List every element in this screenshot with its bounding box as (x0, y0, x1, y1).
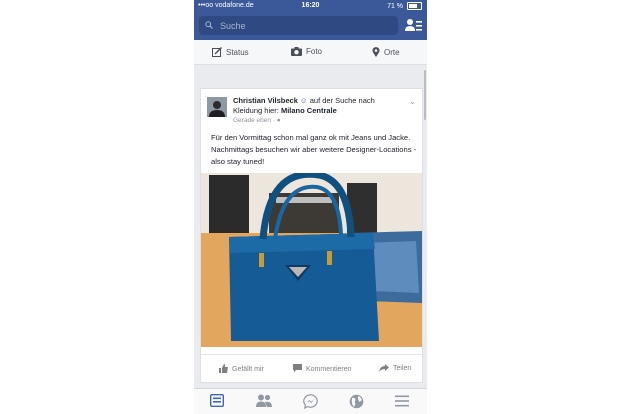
tab-more[interactable] (395, 394, 411, 410)
post-text: Für den Vormittag schon mal ganz ok mit … (211, 133, 417, 166)
friend-list-button[interactable] (405, 18, 422, 33)
status-label: Status (226, 48, 249, 57)
location-pin-icon (372, 47, 380, 57)
post-actions: Gefällt mir Kommentieren Teilen (201, 354, 422, 381)
share-icon (379, 364, 389, 372)
globe-icon (349, 394, 364, 409)
places-label: Orte (384, 48, 400, 57)
profile-photo (207, 97, 227, 117)
tab-messenger[interactable] (303, 394, 319, 410)
tab-friend-requests[interactable] (256, 394, 272, 410)
tab-news-feed[interactable] (209, 393, 226, 410)
post-meta: Gerade eben · ● (233, 117, 281, 124)
thumbs-up-icon (219, 364, 228, 373)
like-label: Gefällt mir (232, 366, 264, 373)
scrollbar[interactable] (424, 70, 426, 120)
battery-fill (409, 4, 417, 8)
share-label: Teilen (393, 365, 412, 372)
activity-icon: ☺ (299, 96, 308, 105)
comment-button[interactable]: Kommentieren (293, 364, 352, 373)
battery-icon (407, 2, 422, 10)
news-feed-icon (209, 393, 225, 408)
tab-bar (194, 388, 427, 414)
comment-icon (293, 364, 302, 373)
edit-icon (212, 47, 222, 57)
menu-icon (395, 395, 409, 407)
status-button[interactable]: Status (212, 47, 249, 57)
share-button[interactable]: Teilen (379, 364, 411, 372)
camera-icon (291, 47, 302, 56)
photo-button[interactable]: Foto (291, 47, 322, 56)
status-bar: •••oo vodafone.de 16:20 71 % (194, 0, 427, 12)
handbag-photo (201, 173, 422, 347)
post-header: Christian Vilsbeck ☺ auf der Suche nach … (233, 96, 403, 116)
search-placeholder: Suche (220, 21, 246, 31)
search-bar[interactable]: Suche (199, 16, 398, 35)
friend-list-icon (405, 19, 422, 31)
comment-label: Kommentieren (306, 366, 352, 373)
avatar[interactable] (207, 97, 227, 117)
photo-label: Foto (306, 47, 323, 56)
battery-percent: 71 % (387, 2, 404, 10)
status-right: 71 % (387, 2, 422, 10)
place-link[interactable]: Milano Centrale (281, 106, 337, 115)
phone-screen: •••oo vodafone.de 16:20 71 % Suche Statu… (194, 0, 427, 414)
top-bar: •••oo vodafone.de 16:20 71 % Suche (194, 0, 427, 40)
audience-icon: · ● (272, 117, 281, 124)
friends-icon (256, 394, 272, 407)
messenger-icon (303, 394, 318, 410)
composer-bar: Status Foto Orte (194, 40, 427, 65)
tab-notifications[interactable] (349, 394, 365, 410)
like-button[interactable]: Gefällt mir (219, 364, 264, 373)
places-button[interactable]: Orte (372, 47, 400, 57)
chevron-down-icon: ⌄ (409, 97, 416, 106)
post-time[interactable]: Gerade eben (233, 117, 271, 124)
search-icon (205, 21, 213, 31)
post-options-button[interactable]: ⌄ (409, 97, 416, 106)
post-photo[interactable] (201, 173, 422, 347)
author-name[interactable]: Christian Vilsbeck (233, 96, 298, 105)
post-card: Christian Vilsbeck ☺ auf der Suche nach … (200, 88, 423, 383)
